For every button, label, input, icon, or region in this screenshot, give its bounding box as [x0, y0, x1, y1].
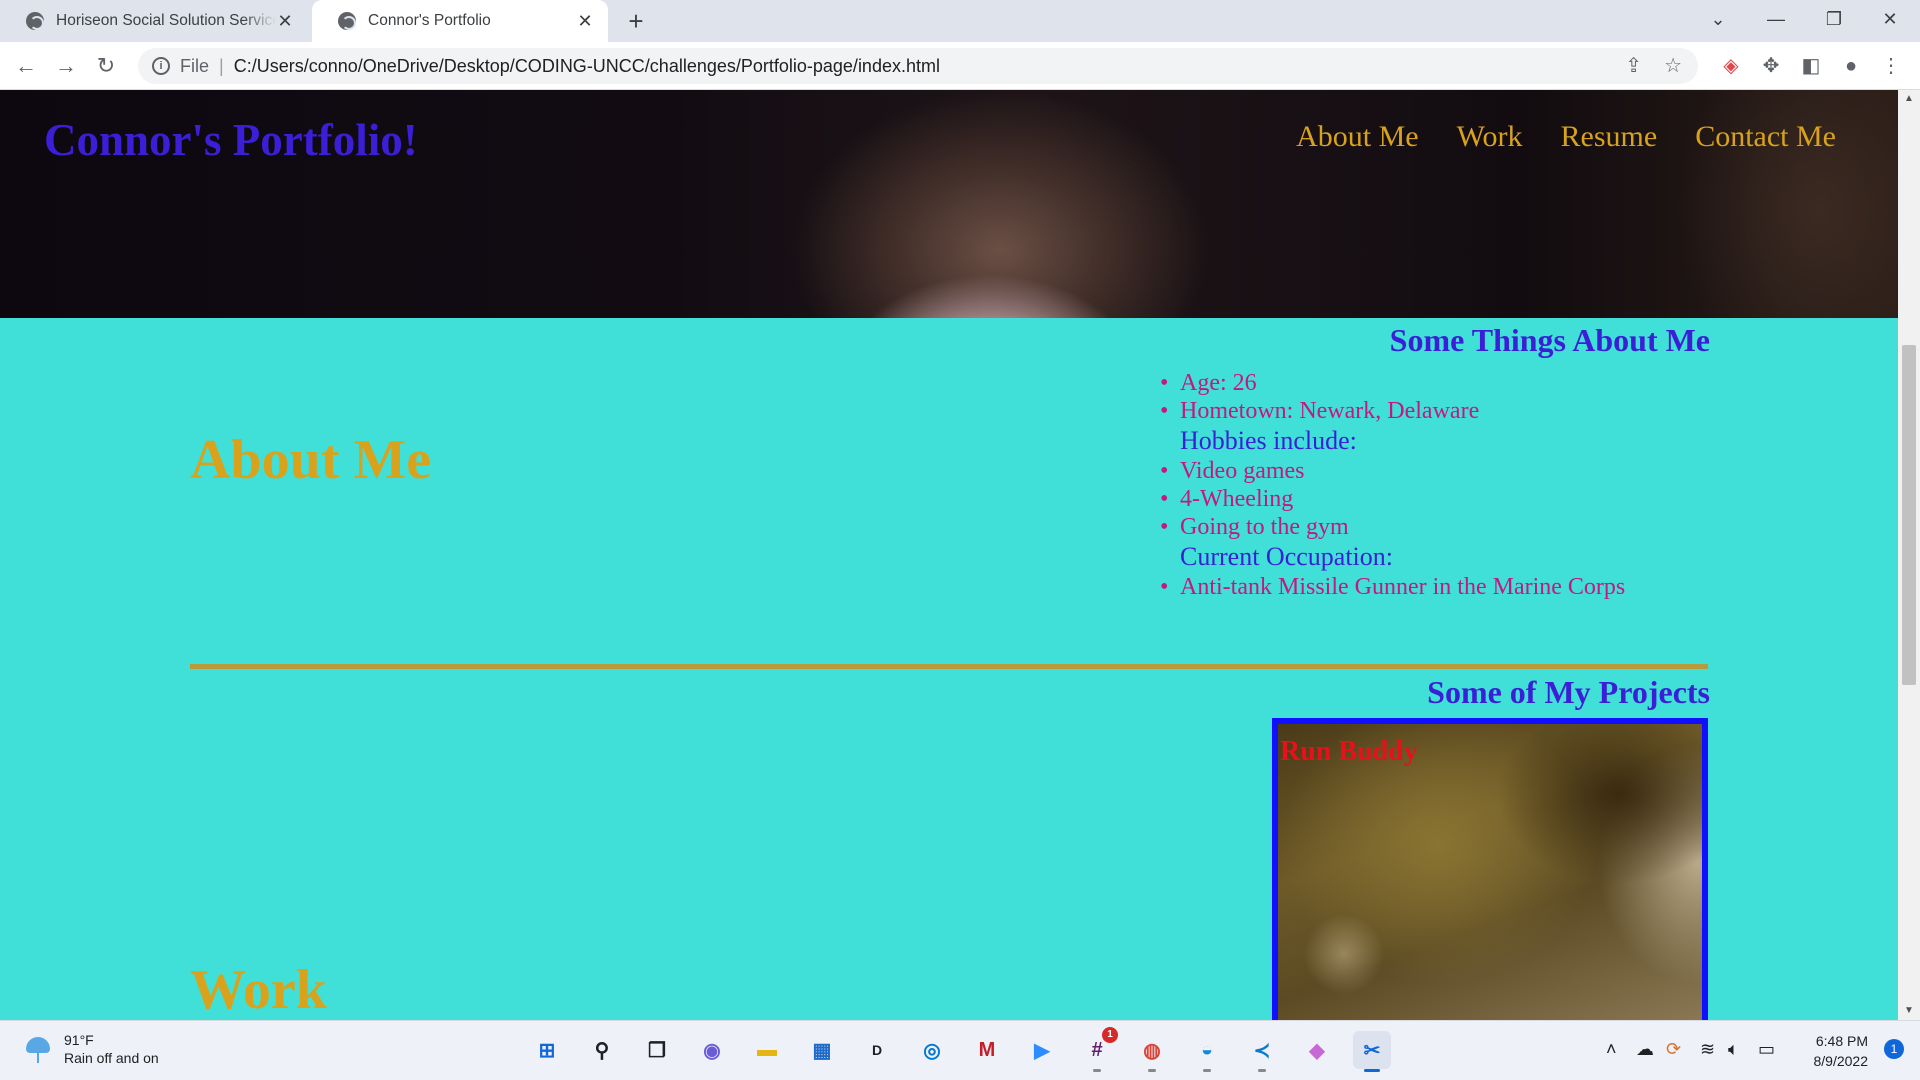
url-separator: |: [219, 55, 224, 76]
clock-date: 8/9/2022: [1813, 1053, 1869, 1069]
edge-icon[interactable]: ◒: [1188, 1031, 1226, 1072]
about-subheading: Current Occupation:: [1180, 542, 1393, 571]
main-nav: About Me Work Resume Contact Me: [1296, 120, 1836, 154]
about-box-title: Some Things About Me: [1389, 322, 1710, 358]
about-me-heading: About Me: [190, 429, 432, 491]
about-list: Age: 26 Hometown: Newark, Delaware Hobbi…: [1150, 369, 1710, 601]
wifi-icon[interactable]: ≋: [1700, 1039, 1715, 1060]
volume-icon[interactable]: 🔈︎: [1728, 1039, 1739, 1060]
zoom-icon[interactable]: ▶: [1023, 1031, 1061, 1069]
about-item: Video games: [1150, 457, 1710, 485]
sync-icon[interactable]: ⟳: [1666, 1039, 1681, 1060]
running-indicator: [1093, 1069, 1101, 1072]
chrome-icon[interactable]: ◍: [1133, 1031, 1171, 1072]
chat-icon[interactable]: ◉: [693, 1031, 731, 1069]
git-icon[interactable]: ◆: [1298, 1031, 1336, 1069]
about-item: Hometown: Newark, Delaware: [1150, 397, 1710, 425]
tab-title: Connor's Portfolio: [368, 12, 491, 29]
weather-temp: 91°F: [64, 1032, 94, 1048]
nav-about-me[interactable]: About Me: [1296, 120, 1419, 154]
weather-widget[interactable]: 91°F Rain off and on: [22, 1031, 159, 1067]
running-indicator: [1148, 1069, 1156, 1072]
windows-taskbar: 91°F Rain off and on ⊞ ⚲ ❐ ◉ ▬ ▦ D ◎ M ▶…: [0, 1020, 1920, 1080]
weather-condition: Rain off and on: [64, 1050, 159, 1066]
tray-chevron-icon[interactable]: ˄: [1606, 1039, 1617, 1060]
bookmark-star-icon[interactable]: ☆: [1664, 48, 1682, 84]
extensions-puzzle-icon[interactable]: ✥: [1757, 52, 1785, 80]
system-clock[interactable]: 6:48 PM 8/9/2022: [1814, 1031, 1869, 1071]
hero-header: Connor's Portfolio! About Me Work Resume…: [0, 90, 1898, 318]
url-scheme: File: [180, 55, 210, 76]
task-view-icon[interactable]: ❐: [638, 1031, 676, 1069]
dell-support-icon[interactable]: ◎: [913, 1031, 951, 1069]
notification-count[interactable]: 1: [1884, 1039, 1904, 1059]
profile-avatar-icon[interactable]: ●: [1837, 52, 1865, 80]
close-icon[interactable]: ✕: [276, 11, 294, 32]
close-window-button[interactable]: ✕: [1862, 0, 1918, 42]
globe-icon: [338, 12, 356, 30]
new-tab-button[interactable]: +: [620, 6, 652, 38]
slack-badge: 1: [1102, 1027, 1118, 1043]
rain-umbrella-icon: [22, 1033, 54, 1065]
menu-kebab-icon[interactable]: ⋮: [1877, 52, 1905, 80]
share-icon[interactable]: ⇪: [1625, 48, 1642, 84]
section-divider: [190, 664, 1708, 669]
restore-button[interactable]: ❐: [1806, 0, 1862, 42]
work-heading: Work: [190, 959, 327, 1020]
about-me-details: Some Things About Me Age: 26 Hometown: N…: [1150, 322, 1710, 601]
about-subheading: Hobbies include:: [1180, 426, 1357, 455]
globe-icon: [26, 12, 44, 30]
onedrive-cloud-icon[interactable]: ☁: [1636, 1039, 1654, 1060]
about-item: 4-Wheeling: [1150, 485, 1710, 513]
dell-icon[interactable]: D: [858, 1031, 896, 1069]
running-indicator: [1203, 1069, 1211, 1072]
page-viewport: Connor's Portfolio! About Me Work Resume…: [0, 90, 1898, 1020]
page-scrollbar[interactable]: ▲ ▼: [1898, 90, 1920, 1020]
browser-toolbar: ← → ↻ i File | C:/Users/conno/OneDrive/D…: [0, 42, 1920, 90]
running-indicator: [1258, 1069, 1266, 1072]
running-indicator: [1364, 1069, 1380, 1072]
about-item: Going to the gym: [1150, 513, 1710, 541]
site-info-icon[interactable]: i: [152, 57, 170, 75]
vscode-icon[interactable]: ≺: [1243, 1031, 1281, 1072]
about-item: Age: 26: [1150, 369, 1710, 397]
reload-button[interactable]: ↻: [90, 50, 122, 82]
projects-heading: Some of My Projects: [1427, 674, 1710, 710]
extension-icon[interactable]: ◈: [1717, 52, 1745, 80]
forward-button[interactable]: →: [50, 50, 82, 82]
project-card-run-buddy[interactable]: Run Buddy: [1272, 718, 1708, 1020]
about-item: Anti-tank Missile Gunner in the Marine C…: [1150, 573, 1710, 601]
tab-search-icon[interactable]: ⌄: [1690, 0, 1746, 42]
snipping-tool-icon[interactable]: ✂: [1353, 1031, 1391, 1072]
mcafee-icon[interactable]: M: [968, 1031, 1006, 1069]
side-panel-icon[interactable]: ◧: [1797, 52, 1825, 80]
scrollbar-thumb[interactable]: [1902, 345, 1916, 685]
tab-connors-portfolio[interactable]: Connor's Portfolio ✕: [312, 0, 608, 42]
microsoft-store-icon[interactable]: ▦: [803, 1031, 841, 1069]
tab-strip: Horiseon Social Solution Services ✕ Conn…: [0, 0, 1920, 42]
address-bar[interactable]: i File | C:/Users/conno/OneDrive/Desktop…: [138, 48, 1698, 84]
clock-time: 6:48 PM: [1815, 1033, 1868, 1049]
close-icon[interactable]: ✕: [576, 11, 594, 32]
start-icon[interactable]: ⊞: [528, 1031, 566, 1069]
nav-resume[interactable]: Resume: [1561, 120, 1658, 154]
slack-icon[interactable]: # 1: [1078, 1027, 1118, 1072]
nav-contact-me[interactable]: Contact Me: [1695, 120, 1836, 154]
search-icon[interactable]: ⚲: [583, 1031, 621, 1069]
tab-horiseon[interactable]: Horiseon Social Solution Services ✕: [0, 0, 308, 42]
site-logo[interactable]: Connor's Portfolio!: [44, 114, 418, 166]
nav-work[interactable]: Work: [1457, 120, 1523, 154]
file-explorer-icon[interactable]: ▬: [748, 1031, 786, 1069]
project-card-label: Run Buddy: [1280, 736, 1418, 767]
weather-text: 91°F Rain off and on: [64, 1031, 159, 1067]
back-button[interactable]: ←: [10, 50, 42, 82]
scroll-down-arrow-icon[interactable]: ▼: [1898, 1002, 1920, 1020]
minimize-button[interactable]: —: [1748, 0, 1804, 42]
scroll-up-arrow-icon[interactable]: ▲: [1898, 90, 1920, 108]
tab-title: Horiseon Social Solution Services: [56, 12, 276, 29]
battery-icon[interactable]: ▭: [1758, 1039, 1775, 1060]
url-text[interactable]: C:/Users/conno/OneDrive/Desktop/CODING-U…: [234, 56, 940, 77]
